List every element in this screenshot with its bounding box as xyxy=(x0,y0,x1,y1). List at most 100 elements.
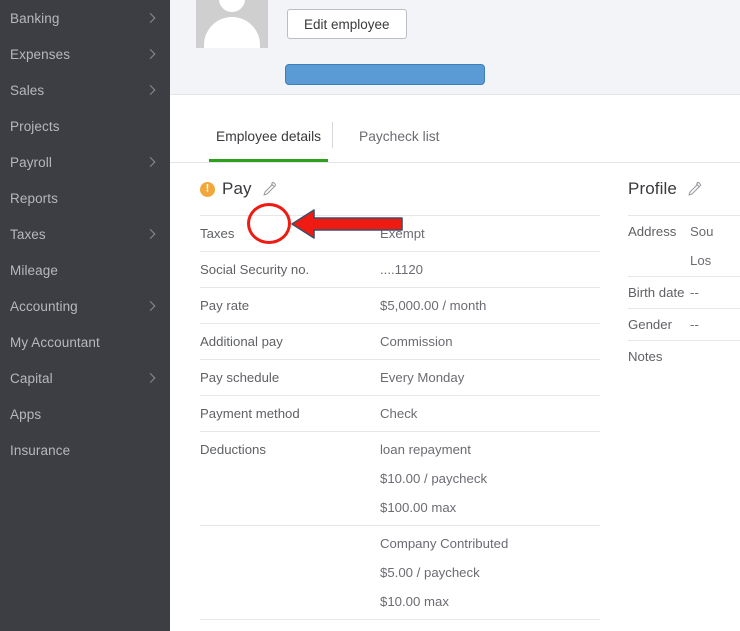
app-root: Banking Expenses Sales Projects Payroll Repor… xyxy=(0,0,740,631)
profile-rows: Address Sou Los Birth date -- Gender -- Notes xyxy=(628,215,740,372)
row-value: Exempt xyxy=(380,225,425,242)
row-label: Payment method xyxy=(200,406,300,421)
row-label: Additional pay xyxy=(200,334,283,349)
table-row: Additional pay Commission xyxy=(200,323,600,359)
row-value-line: $10.00 / paycheck xyxy=(380,471,488,486)
tab-divider xyxy=(332,122,333,148)
row-value-line: Company Contributed xyxy=(380,536,509,551)
pay-edit-pencil-icon[interactable] xyxy=(261,181,277,197)
tab-employee-details-label: Employee details xyxy=(216,128,322,144)
row-value-line: Sou xyxy=(690,224,714,239)
table-row: Social Security no. ....1120 xyxy=(200,251,600,287)
sidebar-item-label: Accounting xyxy=(10,298,78,314)
sidebar-item-insurance[interactable]: Insurance xyxy=(0,432,170,468)
row-value-line: -- xyxy=(690,285,699,300)
sidebar-item-accounting[interactable]: Accounting xyxy=(0,288,170,324)
sidebar-item-mileage[interactable]: Mileage xyxy=(0,252,170,288)
row-value: Every Monday xyxy=(380,369,464,386)
row-value-line: $5.00 / paycheck xyxy=(380,565,480,580)
row-value: $5,000.00 / month xyxy=(380,297,486,314)
profile-edit-pencil-icon[interactable] xyxy=(686,181,702,197)
row-value-line: $100.00 max xyxy=(380,500,457,515)
table-row: Birth date -- xyxy=(628,276,740,308)
row-label: Social Security no. xyxy=(200,262,310,277)
sidebar-item-label: Capital xyxy=(10,370,53,386)
sidebar-item-label: Payroll xyxy=(10,154,52,170)
chevron-right-icon xyxy=(145,301,156,311)
active-tab-underline xyxy=(209,159,329,162)
sidebar-item-label: Taxes xyxy=(10,226,46,242)
sidebar-item-payroll[interactable]: Payroll xyxy=(0,144,170,180)
profile-section: Profile Address Sou Los Birth date -- Gender -… xyxy=(628,163,740,372)
row-value-line: $5,000.00 / month xyxy=(380,298,487,313)
profile-section-header: Profile xyxy=(628,163,740,215)
pay-section: ! Pay Taxes Exempt Social Security no.....… xyxy=(200,163,600,631)
chevron-right-icon xyxy=(145,85,156,95)
row-value-line: Los xyxy=(690,253,712,268)
primary-sidebar: Banking Expenses Sales Projects Payroll Repor… xyxy=(0,0,170,631)
sidebar-item-label: Apps xyxy=(10,406,42,422)
sidebar-item-label: Reports xyxy=(10,190,58,206)
sidebar-item-my-accountant[interactable]: My Accountant xyxy=(0,324,170,360)
chevron-right-icon xyxy=(145,157,156,167)
table-row: Address Sou Los xyxy=(628,215,740,276)
table-row: Gender -- xyxy=(628,308,740,340)
row-label: Address xyxy=(628,224,677,239)
row-value-line: $10.00 max xyxy=(380,594,449,609)
row-label: Deductions xyxy=(200,442,266,457)
warning-exclamation-glyph: ! xyxy=(205,182,210,194)
row-value: Sou Los xyxy=(690,223,713,269)
sidebar-item-label: Insurance xyxy=(10,442,71,458)
row-value-line: Every Monday xyxy=(380,370,465,385)
row-value: -- xyxy=(690,284,699,301)
avatar-head-shape xyxy=(219,0,245,12)
tab-paycheck-list[interactable]: Paycheck list xyxy=(355,110,444,162)
sidebar-item-capital[interactable]: Capital xyxy=(0,360,170,396)
row-label: Taxes xyxy=(200,226,235,241)
sidebar-item-expenses[interactable]: Expenses xyxy=(0,36,170,72)
row-value: Commission xyxy=(380,333,453,350)
sidebar-item-label: My Accountant xyxy=(10,334,100,350)
sidebar-item-banking[interactable]: Banking xyxy=(0,0,170,36)
table-row: Pay rate $5,000.00 / month xyxy=(200,287,600,323)
sidebar-item-projects[interactable]: Projects xyxy=(0,108,170,144)
pay-section-title: Pay xyxy=(222,179,252,198)
row-value: -- xyxy=(690,316,699,333)
sidebar-item-label: Projects xyxy=(10,118,60,134)
row-value: Check xyxy=(380,405,417,422)
table-row: Company Contributed $5.00 / paycheck $10.0… xyxy=(200,525,600,619)
employee-details-content: ! Pay Taxes Exempt Social Security no.....… xyxy=(170,163,740,631)
sidebar-item-reports[interactable]: Reports xyxy=(0,180,170,216)
tab-employee-details[interactable]: Employee details xyxy=(209,110,329,162)
row-label: Notes xyxy=(628,349,663,364)
row-value-line: Commission xyxy=(380,334,453,349)
tab-paycheck-list-label: Paycheck list xyxy=(359,128,440,144)
edit-employee-button[interactable]: Edit employee xyxy=(287,9,407,39)
row-value-line: Exempt xyxy=(380,226,425,241)
warning-exclamation-icon: ! xyxy=(200,181,215,197)
row-value-line: Check xyxy=(380,406,418,421)
table-row: Notes xyxy=(628,340,740,372)
row-value: loan repayment $10.00 / paycheck $100.00 m… xyxy=(380,441,487,516)
table-row: Taxes Exempt xyxy=(200,215,600,251)
sidebar-item-apps[interactable]: Apps xyxy=(0,396,170,432)
employee-name-redaction-bar xyxy=(285,64,485,85)
chevron-right-icon xyxy=(145,373,156,383)
sidebar-item-label: Expenses xyxy=(10,46,71,62)
chevron-right-icon xyxy=(145,49,156,59)
row-label: Gender xyxy=(628,317,672,332)
table-row: Deductions loan repayment $10.00 / paychec… xyxy=(200,431,600,525)
person-avatar-icon xyxy=(196,0,268,48)
sidebar-item-label: Mileage xyxy=(10,262,58,278)
sidebar-item-label: Sales xyxy=(10,82,45,98)
row-label: Birth date xyxy=(628,285,685,300)
chevron-right-icon xyxy=(145,13,156,23)
row-value-line: ....1120 xyxy=(380,262,424,277)
pay-rows: Taxes Exempt Social Security no. ....1120 Pa… xyxy=(200,215,600,631)
employee-tabs: Employee details Paycheck list xyxy=(170,95,740,163)
row-label: Pay schedule xyxy=(200,370,280,385)
profile-section-title: Profile xyxy=(628,179,677,198)
sidebar-item-sales[interactable]: Sales xyxy=(0,72,170,108)
sidebar-item-taxes[interactable]: Taxes xyxy=(0,216,170,252)
row-label: Pay rate xyxy=(200,298,250,313)
